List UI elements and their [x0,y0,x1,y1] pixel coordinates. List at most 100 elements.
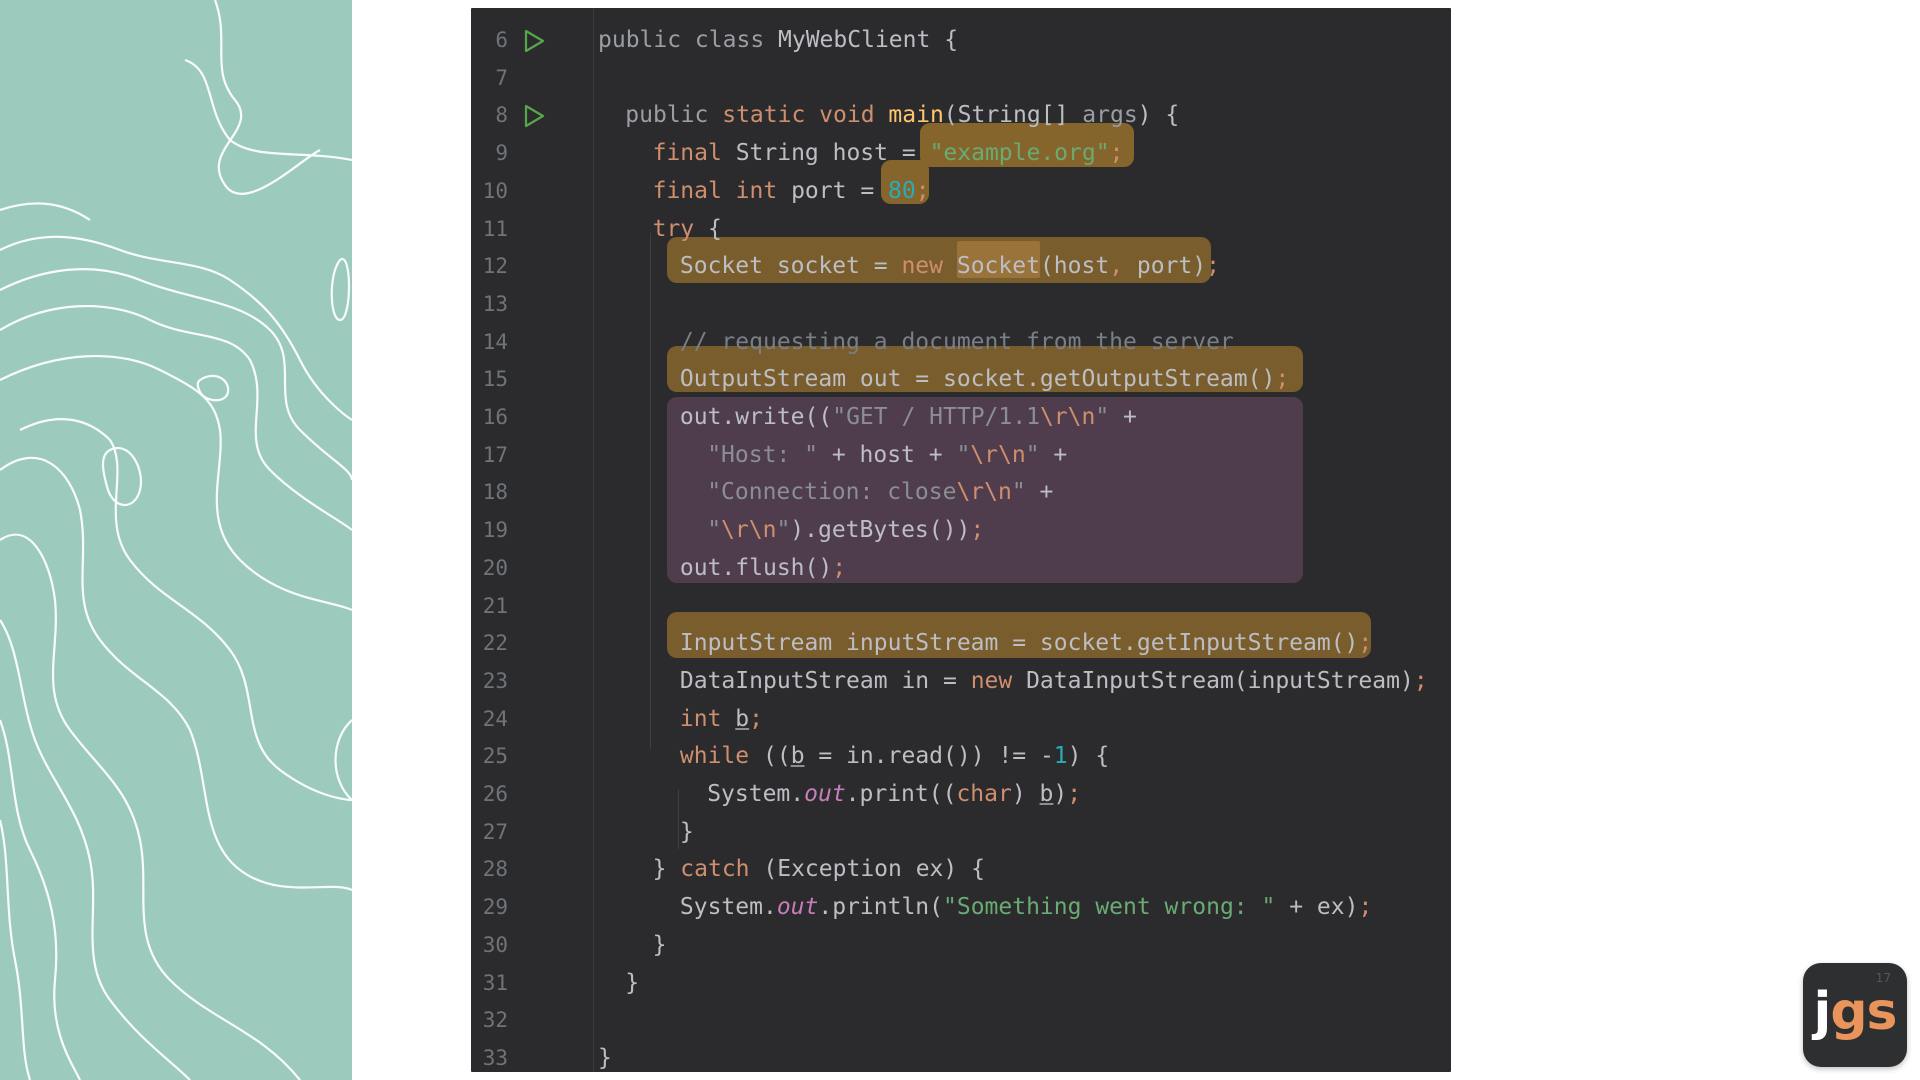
code-token: ; [1109,140,1124,167]
code-token: ; [915,177,930,204]
code-token: // requesting a document from the server [679,328,1234,355]
code-token: \r\n [721,517,777,544]
code-line[interactable]: 6 public class MyWebClient { [471,22,1451,59]
code-text: } [625,965,639,1002]
slide-number: 17 [1875,971,1891,985]
line-number: 20 [482,555,508,580]
code-token: ) [1053,781,1068,807]
code-token: b [1039,781,1054,807]
code-token: char [956,781,1012,807]
line-number: 21 [482,593,508,618]
code-token: " [776,517,791,544]
code-token: b [790,743,805,770]
code-token: { [944,27,959,53]
line-number: 32 [482,1008,508,1033]
code-token: 80 [888,177,916,204]
code-token: = in.read()) != - [804,743,1054,770]
code-token: \r\n [1039,404,1096,430]
code-token: "example.org" [929,140,1110,167]
code-line[interactable]: 11 try { [471,211,1451,248]
code-token: ; [1358,894,1373,921]
code-line[interactable]: 30} [471,927,1451,964]
decorative-contour-panel [0,0,352,1080]
line-number: 28 [482,857,508,882]
line-number: 26 [482,782,508,806]
code-token: "Something went wrong: " [943,894,1290,921]
code-token: System. [679,894,777,921]
code-line[interactable]: 26 System.out.print((char) b); [471,776,1451,813]
code-line[interactable]: 23 DataInputStream in = new DataInputStre… [471,663,1451,700]
line-number: 7 [495,65,508,90]
code-line[interactable]: 28} catch (Exception ex) { [471,851,1451,888]
line-number: 23 [482,668,508,693]
line-number: 8 [495,103,508,128]
code-line[interactable]: 29 System.out.println("Something went wro… [471,889,1451,926]
code-text: System.out.println("Something went wrong… [680,889,1372,926]
code-text: public class MyWebClient { [598,22,958,59]
code-token: + host + [831,441,957,468]
code-line[interactable]: 17 "Host: " + host + "\r\n" + [471,437,1451,474]
code-token: port) [1136,253,1207,280]
code-token: "Host: " [707,441,832,468]
line-number: 9 [495,141,508,166]
code-line[interactable]: 20 out.flush(); [471,550,1451,587]
line-number: 14 [482,329,508,354]
code-token: new [970,667,1027,694]
code-token: out.write(( [679,404,833,430]
code-line[interactable]: 15 OutputStream out = socket.getOutputStr… [471,361,1451,398]
code-token: } [598,1044,612,1071]
code-token: args [1082,102,1138,129]
code-line[interactable]: 16 out.write(("GET / HTTP/1.1\r\n" + [471,399,1451,436]
code-line[interactable]: 31} [471,965,1451,1002]
code-line[interactable]: 33} [471,1040,1451,1072]
code-line[interactable]: 21 [471,588,1451,625]
code-token: Socket [956,253,1040,280]
code-line[interactable]: 14 // requesting a document from the serv… [471,324,1451,361]
code-token: + [1123,404,1137,430]
code-text: } [680,814,694,851]
code-text: // requesting a document from the server [680,324,1234,361]
code-editor[interactable]: 6 public class MyWebClient { 7 8 public stat… [471,8,1451,1072]
line-number: 18 [482,480,508,505]
line-number: 33 [482,1045,508,1070]
code-token: " [1095,404,1124,430]
code-text: try { [653,211,722,248]
code-token: port = [791,177,889,204]
code-line[interactable]: 24 int b; [471,701,1451,738]
code-token: " [956,441,971,468]
code-token: b [735,705,750,732]
code-token: ; [749,705,763,732]
code-token: try [652,215,708,242]
code-line[interactable]: 9 final String host = "example.org"; [471,135,1451,172]
code-line[interactable]: 27} [471,814,1451,851]
code-token: (Exception ex) { [763,856,985,883]
line-number: 19 [482,518,508,543]
code-token: ) { [1137,102,1180,129]
code-line[interactable]: 32 [471,1002,1451,1039]
code-line[interactable]: 18 "Connection: close\r\n" + [471,474,1451,511]
code-line[interactable]: 10 final int port = 80; [471,173,1451,210]
code-token: out [776,894,819,921]
logo-letter-j: j [1813,982,1831,1042]
code-line[interactable]: 13 [471,286,1451,323]
code-line[interactable]: 19 "\r\n").getBytes()); [471,512,1451,549]
code-line[interactable]: 25 while ((b = in.read()) != -1) { [471,738,1451,775]
code-line[interactable]: 8 public static void main(String[] args) … [471,97,1451,134]
code-line[interactable]: 12 Socket socket = new Socket(host, port)… [471,248,1451,285]
code-token: } [679,818,694,845]
code-line[interactable]: 7 [471,60,1451,97]
code-line[interactable]: 22 InputStream inputStream = socket.getIn… [471,625,1451,662]
code-token: (( [762,743,791,770]
code-token: ) { [1067,743,1110,770]
code-text: int b; [680,701,763,738]
code-token: final int [652,177,792,204]
run-gutter-icon[interactable] [521,103,547,129]
run-gutter-icon[interactable] [521,28,547,54]
code-text: final String host = "example.org"; [653,135,1124,172]
code-token: ; [1413,667,1428,694]
code-text: System.out.print((char) b); [707,776,1081,813]
line-number: 6 [495,28,508,52]
code-token: ; [1275,366,1290,393]
code-token: "Connection: close [707,479,957,506]
code-token: \r\n [970,441,1026,468]
